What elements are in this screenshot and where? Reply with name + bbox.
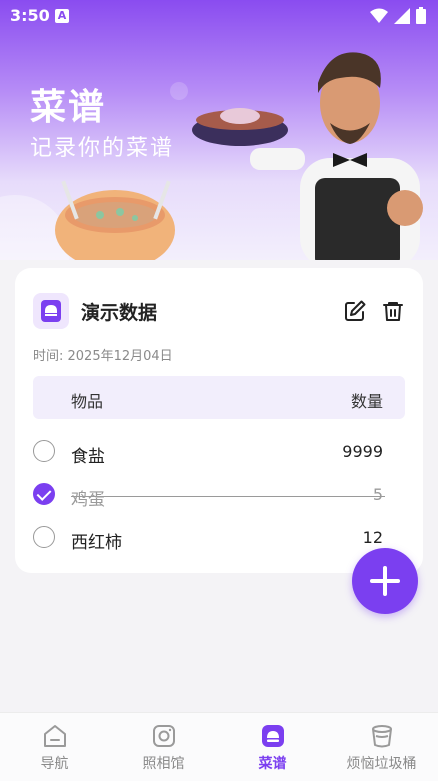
decor-bubble: [170, 82, 188, 100]
chef-illustration: [192, 52, 423, 260]
item-name: 食盐: [71, 447, 105, 467]
recipe-card: 演示数据 时间: 2025年12月04日 物品 数量 食盐 9999 鸡蛋 5 …: [15, 268, 423, 573]
table-row[interactable]: 食盐 9999: [33, 433, 405, 473]
tab-home[interactable]: 导航: [0, 713, 109, 781]
hero-title: 菜谱: [30, 87, 107, 128]
hero-banner: 3:50 A 菜谱 记录你的菜谱: [0, 0, 438, 260]
hero-subtitle: 记录你的菜谱: [30, 136, 175, 161]
delete-icon[interactable]: [381, 299, 405, 323]
tab-camera[interactable]: 照相馆: [109, 713, 218, 781]
battery-icon: [416, 7, 426, 24]
checkbox-checked[interactable]: [33, 483, 55, 505]
home-icon: [44, 725, 66, 747]
table-row[interactable]: 西红柿 12: [33, 519, 405, 559]
soup-pot-illustration: [55, 180, 175, 260]
trash-bin-icon: [372, 725, 392, 748]
add-button[interactable]: [352, 548, 418, 614]
status-icons: [370, 7, 426, 24]
column-header-item: 物品: [71, 392, 104, 411]
table-header: 物品 数量: [33, 376, 405, 419]
column-header-qty: 数量: [350, 392, 383, 411]
checkbox[interactable]: [33, 440, 55, 462]
signal-icon: [394, 7, 410, 24]
status-bar: 3:50 A: [0, 0, 438, 32]
card-header: 演示数据: [33, 293, 405, 329]
status-time: 3:50: [10, 6, 50, 25]
record-time: 时间: 2025年12月04日: [33, 349, 173, 364]
item-name: 西红柿: [71, 533, 122, 553]
wifi-icon: [370, 8, 388, 23]
recipe-doc-icon: [33, 293, 69, 329]
tab-label: 菜谱: [258, 756, 287, 772]
table-row[interactable]: 鸡蛋 5: [33, 476, 405, 516]
checkbox[interactable]: [33, 526, 55, 548]
notification-icon: A: [55, 9, 69, 23]
tab-recipe[interactable]: 菜谱: [218, 713, 327, 781]
card-title: 演示数据: [81, 302, 158, 324]
tab-label: 烦恼垃圾桶: [346, 756, 417, 772]
item-qty: 5: [372, 485, 383, 504]
tab-label: 照相馆: [142, 756, 185, 772]
recipe-icon: [262, 725, 284, 747]
strikethrough-line: [71, 496, 385, 497]
item-qty: 9999: [342, 442, 383, 461]
camera-icon: [153, 725, 175, 747]
item-qty: 12: [362, 528, 383, 547]
bottom-nav: 导航 照相馆 菜谱 烦恼垃圾桶: [0, 712, 438, 781]
tab-label: 导航: [40, 756, 69, 772]
tab-trash[interactable]: 烦恼垃圾桶: [327, 713, 436, 781]
item-name: 鸡蛋: [71, 490, 105, 510]
edit-icon[interactable]: [343, 299, 367, 323]
